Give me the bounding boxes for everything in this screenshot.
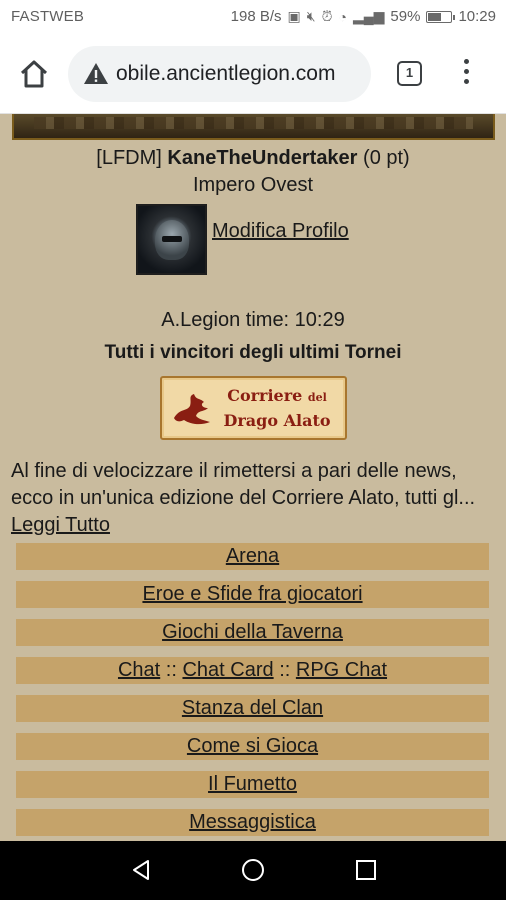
- alarm-icon: ⏰︎: [321, 8, 333, 24]
- mute-icon: 🔇︎: [306, 8, 316, 24]
- corriere-title-line1: Corriere: [227, 386, 303, 405]
- carrier-name: FASTWEB: [11, 8, 85, 25]
- header-banner-image: [12, 114, 495, 140]
- menu-item-chat: Chat :: Chat Card :: RPG Chat: [16, 657, 489, 684]
- menu-item-come[interactable]: Come si Gioca: [16, 733, 489, 760]
- menu-link-messaggistica[interactable]: Messaggistica: [189, 811, 316, 833]
- tab-switcher-button[interactable]: 1: [397, 61, 422, 86]
- overflow-menu-icon[interactable]: [456, 56, 476, 92]
- browser-toolbar: obile.ancientlegion.com 1: [0, 34, 506, 114]
- battery-icon: [426, 10, 456, 23]
- game-time: A.Legion time: 10:29: [161, 309, 345, 331]
- edit-profile-link[interactable]: Modifica Profilo: [212, 220, 349, 243]
- menu-link-giochi[interactable]: Giochi della Taverna: [162, 621, 343, 643]
- player-points: (0 pt): [363, 147, 410, 169]
- network-speed: 198 B/s: [230, 8, 282, 25]
- news-text: Al fine di velocizzare il rimettersi a p…: [11, 460, 476, 509]
- menu-item-clan[interactable]: Stanza del Clan: [16, 695, 489, 722]
- corriere-title-line2: Drago Alato: [223, 411, 331, 430]
- menu-separator: ::: [165, 659, 177, 681]
- home-nav-icon[interactable]: [241, 858, 265, 882]
- menu-item-messaggistica[interactable]: Messaggistica: [16, 809, 489, 836]
- menu-item-giochi[interactable]: Giochi della Taverna: [16, 619, 489, 646]
- menu-link-arena[interactable]: Arena: [226, 545, 279, 567]
- signal-icon: ▂▄▆: [352, 8, 385, 24]
- menu-link-chat[interactable]: Chat: [118, 659, 160, 681]
- dragon-icon: [174, 394, 210, 425]
- battery-percent: 59%: [390, 8, 421, 25]
- menu-item-eroe[interactable]: Eroe e Sfide fra giocatori: [16, 581, 489, 608]
- menu-link-chat-card[interactable]: Chat Card: [182, 659, 273, 681]
- corriere-title-small: del: [307, 391, 327, 404]
- guild-tag: [LFDM]: [96, 147, 162, 169]
- menu-link-clan[interactable]: Stanza del Clan: [182, 697, 323, 719]
- menu-item-arena[interactable]: Arena: [16, 543, 489, 570]
- back-icon[interactable]: [129, 858, 153, 882]
- player-empire: Impero Ovest: [192, 174, 314, 196]
- news-excerpt: Al fine di velocizzare il rimettersi a p…: [11, 458, 497, 539]
- player-name: KaneTheUndertaker: [167, 147, 358, 169]
- warning-icon[interactable]: [82, 60, 110, 88]
- nfc-icon: ▣: [287, 8, 301, 24]
- menu-link-come[interactable]: Come si Gioca: [187, 735, 318, 757]
- navigation-bar: [0, 841, 506, 900]
- winners-heading: Tutti i vincitori degli ultimi Tornei: [104, 342, 402, 363]
- status-icons: 198 B/s ▣ 🔇︎ ⏰︎ ◔ ▂▄▆ 59% 10:29: [231, 8, 496, 25]
- avatar[interactable]: [136, 204, 207, 275]
- corriere-title: Corriere del Drago Alato: [212, 384, 342, 432]
- home-icon[interactable]: [16, 56, 52, 92]
- read-more-link[interactable]: Leggi Tutto: [11, 514, 110, 536]
- player-line: [LFDM] KaneTheUndertaker (0 pt): [0, 147, 506, 170]
- menu-link-fumetto[interactable]: Il Fumetto: [208, 773, 297, 795]
- recents-icon[interactable]: [354, 858, 378, 882]
- status-bar: FASTWEB 198 B/s ▣ 🔇︎ ⏰︎ ◔ ▂▄▆ 59% 10:29: [0, 0, 506, 34]
- menu-separator: ::: [279, 659, 291, 681]
- corriere-logo[interactable]: Corriere del Drago Alato: [160, 376, 347, 440]
- menu-link-rpg-chat[interactable]: RPG Chat: [296, 659, 387, 681]
- address-bar[interactable]: obile.ancientlegion.com: [68, 46, 371, 102]
- clock: 10:29: [458, 8, 496, 25]
- url-text[interactable]: obile.ancientlegion.com: [116, 62, 335, 86]
- wifi-icon: ◔: [338, 8, 347, 25]
- page-content: [LFDM] KaneTheUndertaker (0 pt) Impero O…: [0, 114, 506, 841]
- menu-link-eroe[interactable]: Eroe e Sfide fra giocatori: [142, 583, 362, 605]
- menu-item-fumetto[interactable]: Il Fumetto: [16, 771, 489, 798]
